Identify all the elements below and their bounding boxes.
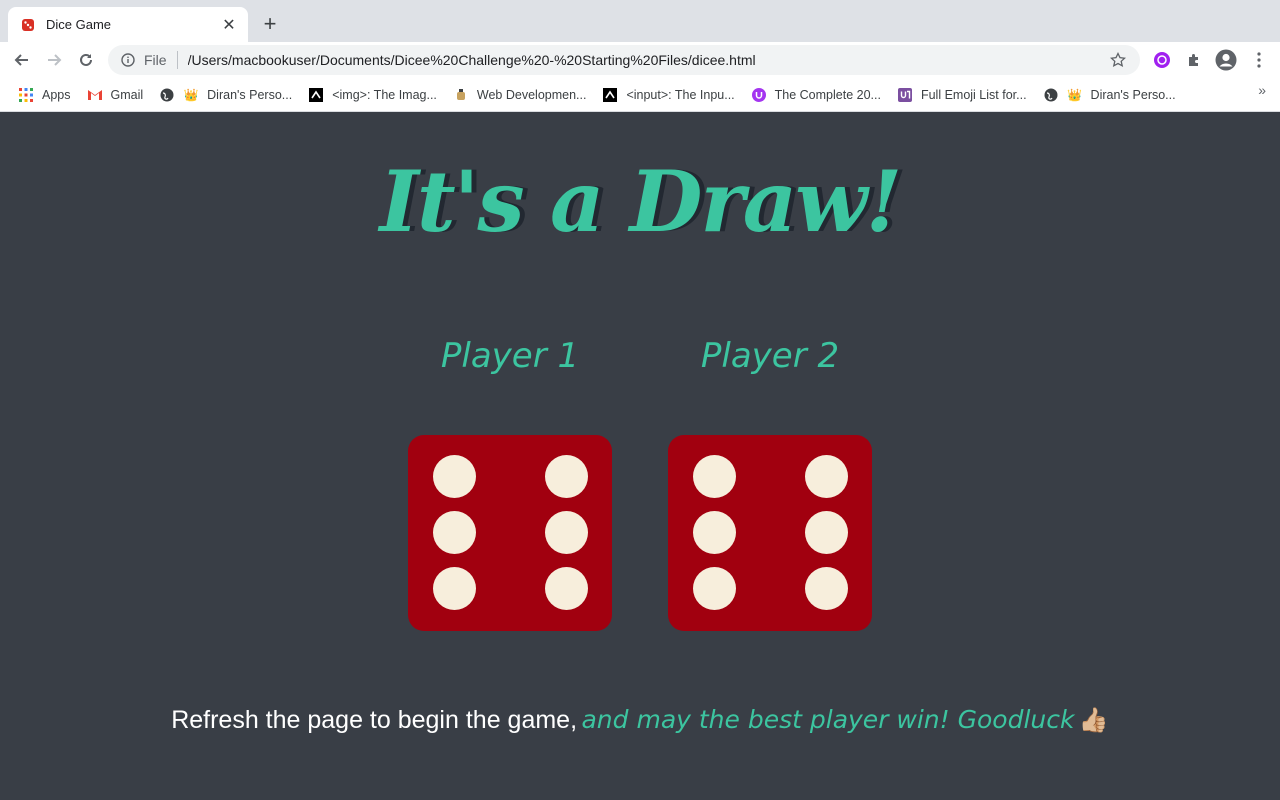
dice-favicon-icon <box>20 17 36 33</box>
browser-menu-icon[interactable] <box>1245 46 1273 74</box>
bookmark-label: <input>: The Inpu... <box>626 87 735 102</box>
url-text[interactable]: /Users/macbookuser/Documents/Dicee%20Cha… <box>188 52 1108 68</box>
url-scheme-label: File <box>144 52 167 68</box>
crown-emoji-icon: 👑 <box>183 87 199 102</box>
tab-close-icon[interactable]: ✕ <box>220 16 238 34</box>
back-arrow-icon <box>14 54 28 66</box>
bookmark-mdn-img[interactable]: <img>: The Imag... <box>302 81 443 109</box>
die-pip <box>545 511 588 554</box>
bookmark-label: Full Emoji List for... <box>920 87 1027 102</box>
die-pip <box>805 511 848 554</box>
tab-dice-game[interactable]: Dice Game ✕ <box>8 7 248 42</box>
bookmark-label: <img>: The Imag... <box>332 87 437 102</box>
die-pip <box>433 567 476 610</box>
extensions-puzzle-icon[interactable] <box>1180 46 1208 74</box>
forward-button[interactable] <box>40 46 68 74</box>
gmail-icon <box>87 87 103 103</box>
player-1-label: Player 1 <box>440 336 580 376</box>
reload-icon <box>80 53 92 66</box>
omnibox-divider <box>176 51 178 69</box>
bookmark-label: The Complete 20... <box>774 87 881 102</box>
player-1-die <box>408 435 612 631</box>
bookmark-label: Gmail <box>110 87 144 102</box>
globe-icon <box>1043 87 1059 103</box>
address-bar[interactable]: File /Users/macbookuser/Documents/Dicee%… <box>108 45 1140 75</box>
bookmarks-overflow-chevron-icon[interactable]: » <box>1258 82 1266 98</box>
player-2-label: Player 2 <box>700 336 840 376</box>
footer-message: Refresh the page to begin the game, and … <box>0 705 1280 735</box>
mdn-icon <box>602 87 618 103</box>
bookmark-complete-course[interactable]: The Complete 20... <box>745 81 887 109</box>
globe-icon <box>159 87 175 103</box>
bookmark-gmail[interactable]: Gmail <box>81 81 150 109</box>
die-pip <box>545 567 588 610</box>
profile-avatar-icon[interactable] <box>1212 46 1240 74</box>
info-icon[interactable] <box>120 52 136 68</box>
result-heading: It's a Draw! <box>379 152 903 251</box>
die-pip <box>805 567 848 610</box>
footer-lead-text: Refresh the page to begin the game, <box>171 706 578 734</box>
thumbs-up-icon: 👍🏼 <box>1078 707 1109 734</box>
extension-purple-icon[interactable] <box>1148 46 1176 74</box>
tab-strip: Dice Game ✕ + <box>0 0 1280 42</box>
page-content: It's a Draw! Player 1 Player 2 Refresh t… <box>0 112 1280 800</box>
footer-accent-text: and may the best player win! Goodluck <box>581 705 1075 734</box>
bookmark-apps[interactable]: Apps <box>12 81 77 109</box>
die-pip <box>545 455 588 498</box>
bookmark-star-icon[interactable] <box>1108 50 1128 70</box>
back-button[interactable] <box>8 46 36 74</box>
bookmark-web-development[interactable]: Web Developmen... <box>447 81 593 109</box>
die-pip <box>693 567 736 610</box>
die-pip <box>433 511 476 554</box>
bookmark-dirans-personal-2[interactable]: 👑 Diran's Perso... <box>1037 81 1182 109</box>
udemy-icon <box>453 87 469 103</box>
apps-grid-icon <box>18 87 34 103</box>
udemy-purple-icon <box>751 87 767 103</box>
forward-arrow-icon <box>48 54 62 66</box>
die-pip <box>433 455 476 498</box>
new-tab-button[interactable]: + <box>258 12 282 36</box>
die-pip <box>805 455 848 498</box>
reload-button[interactable] <box>72 46 100 74</box>
bookmark-label: Web Developmen... <box>476 87 587 102</box>
tab-title: Dice Game <box>46 17 112 32</box>
bookmark-label: Diran's Perso... <box>1090 87 1176 102</box>
die-pip <box>693 511 736 554</box>
browser-chrome: Dice Game ✕ + File /Users/macbookuser/Do… <box>0 0 1280 112</box>
bookmark-emoji-list[interactable]: Full Emoji List for... <box>891 81 1033 109</box>
bookmark-mdn-input[interactable]: <input>: The Inpu... <box>596 81 740 109</box>
unicode-icon <box>897 87 913 103</box>
bookmark-dirans-personal-1[interactable]: 👑 Diran's Perso... <box>153 81 298 109</box>
browser-toolbar: File /Users/macbookuser/Documents/Dicee%… <box>0 42 1280 78</box>
mdn-icon <box>308 87 324 103</box>
bookmark-label: Apps <box>42 87 71 102</box>
crown-emoji-icon: 👑 <box>1067 87 1083 102</box>
player-2-die <box>668 435 872 631</box>
die-pip <box>693 455 736 498</box>
bookmark-label: Diran's Perso... <box>207 87 293 102</box>
bookmarks-bar: Apps Gmail 👑 Diran's Perso... <img>: The… <box>0 78 1280 112</box>
